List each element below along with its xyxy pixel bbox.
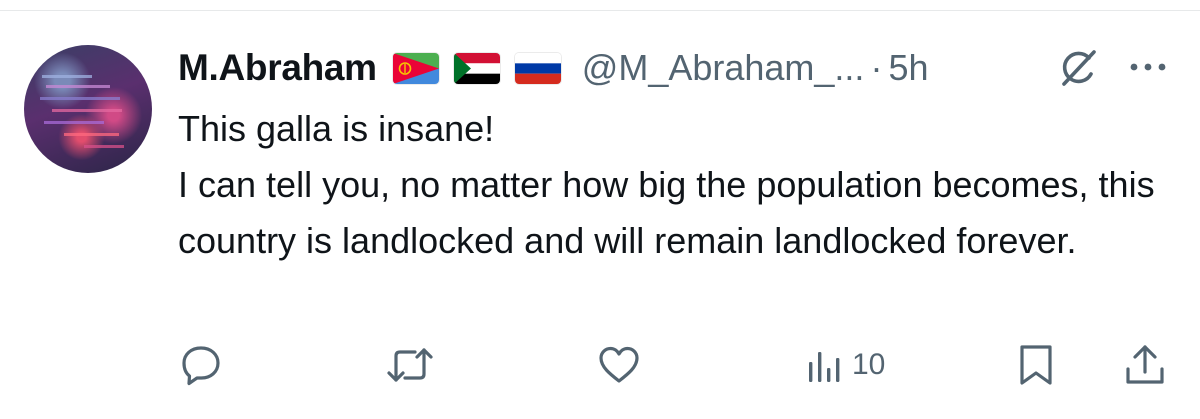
bookmark-icon	[1020, 345, 1052, 385]
separator-dot: ·	[870, 47, 883, 88]
reply-button[interactable]	[178, 342, 224, 388]
retweet-button[interactable]	[385, 342, 435, 388]
timestamp[interactable]: 5h	[888, 47, 928, 89]
avatar[interactable]	[24, 45, 152, 173]
tweet-text-line: This galla is insane!	[178, 108, 495, 149]
russia-flag-icon	[514, 52, 561, 84]
user-handle[interactable]: @M_Abraham_...	[582, 47, 865, 89]
views-bar-chart-icon	[809, 352, 840, 382]
avatar-image	[40, 75, 124, 148]
reply-icon	[182, 346, 220, 386]
bookmark-button[interactable]	[1016, 342, 1056, 388]
tweet-text-line: I can tell you, no matter how big the po…	[178, 164, 1155, 261]
more-options-icon[interactable]	[1124, 50, 1172, 84]
tweet-text: This galla is insane! I can tell you, no…	[178, 101, 1168, 269]
views-count: 10	[852, 348, 886, 381]
flag-emojis	[392, 52, 576, 84]
views-button[interactable]: 10	[806, 342, 885, 388]
tweet-header: M.Abraham @M_Abraham_... · 5h	[178, 38, 928, 98]
share-icon	[1126, 345, 1164, 384]
like-button[interactable]	[596, 342, 642, 388]
action-bar: 10	[178, 338, 1168, 394]
retweet-icon	[387, 348, 433, 382]
share-button[interactable]	[1122, 342, 1168, 388]
grok-icon[interactable]	[1056, 46, 1100, 90]
heart-icon	[599, 346, 639, 383]
display-name[interactable]: M.Abraham	[178, 47, 377, 89]
sudan-flag-icon	[453, 52, 500, 84]
eritrea-flag-icon	[392, 52, 439, 84]
top-divider	[0, 10, 1200, 11]
